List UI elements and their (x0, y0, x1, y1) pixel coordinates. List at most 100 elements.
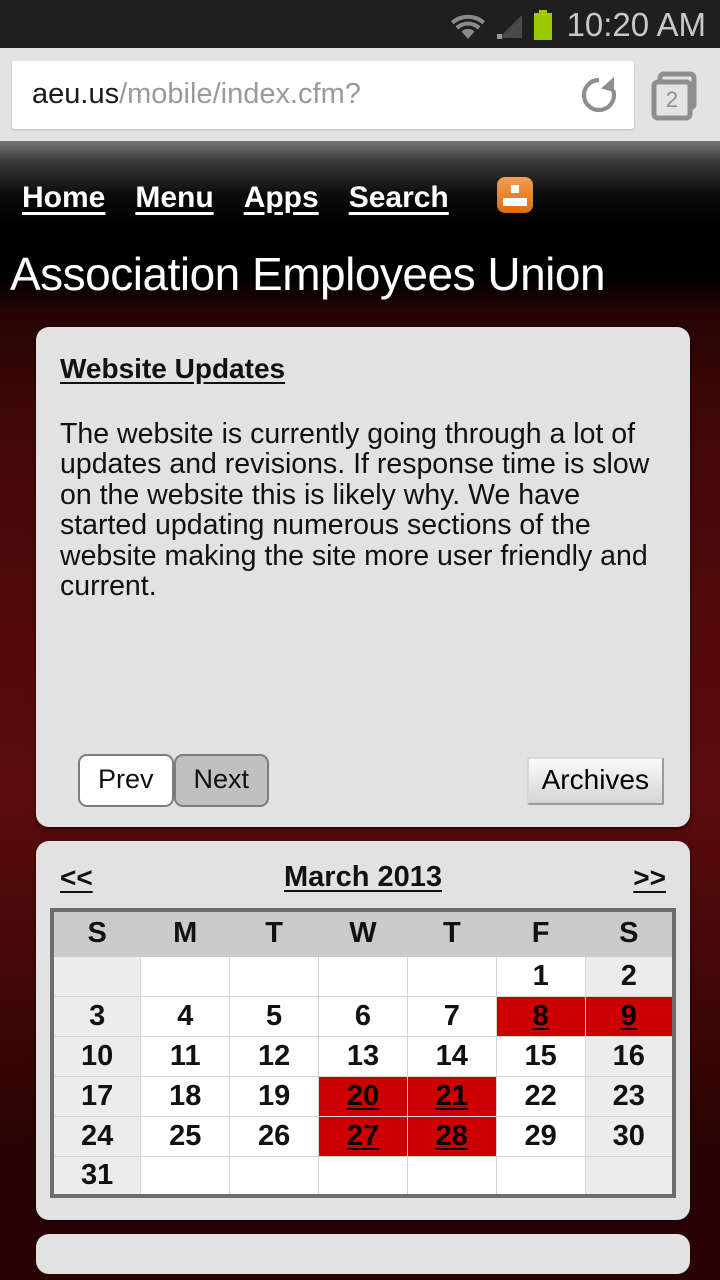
calendar-day-event[interactable]: 28 (406, 1115, 497, 1157)
calendar-prev-month[interactable]: << (60, 862, 93, 894)
calendar-day-cell: 2 (584, 955, 675, 997)
calendar-day-cell: 25 (140, 1115, 231, 1157)
calendar-day-cell: 15 (495, 1035, 586, 1077)
calendar-day-cell: 31 (51, 1155, 142, 1197)
calendar-day-header: T (406, 909, 497, 957)
calendar-day-cell: 29 (495, 1115, 586, 1157)
calendar-header: << March 2013 >> (50, 855, 676, 908)
calendar-next-month[interactable]: >> (633, 862, 666, 894)
calendar-day-cell: 6 (318, 995, 408, 1037)
cell-signal-icon (494, 14, 524, 40)
calendar-day-event[interactable]: 9 (584, 995, 675, 1037)
calendar-day-cell: 13 (318, 1035, 408, 1077)
page-title: Association Employees Union (10, 248, 606, 300)
calendar-day-empty (229, 1155, 320, 1197)
calendar-day-cell: 14 (406, 1035, 497, 1077)
calendar-day-empty (584, 1155, 675, 1197)
browser-toolbar: aeu.us/mobile/index.cfm? 2 (0, 48, 720, 141)
calendar-week-row: 12 (51, 955, 675, 997)
web-page-viewport: Home Menu Apps Search Association Employ… (0, 141, 720, 1280)
url-path: /mobile/index.cfm? (119, 78, 361, 110)
calendar-day-cell: 22 (495, 1075, 586, 1117)
calendar-day-empty (51, 955, 142, 997)
calendar-week-row: 24 25 26 27 28 29 30 (51, 1115, 675, 1157)
calendar-day-empty (406, 1155, 497, 1197)
site-title-banner: Association Employees Union (0, 229, 720, 313)
calendar-day-link[interactable]: 20 (347, 1080, 379, 1112)
calendar-day-link[interactable]: 8 (533, 1000, 549, 1032)
calendar-day-header: F (495, 909, 586, 957)
tab-switcher-button[interactable]: 2 (646, 64, 708, 126)
site-navigation: Home Menu Apps Search (0, 141, 720, 229)
calendar-day-event[interactable]: 20 (318, 1075, 408, 1117)
calendar-day-cell: 12 (229, 1035, 320, 1077)
nav-link-search[interactable]: Search (349, 181, 449, 215)
calendar-week-row: 17 18 19 20 21 22 23 (51, 1075, 675, 1117)
calendar-day-cell: 18 (140, 1075, 231, 1117)
calendar-day-link[interactable]: 9 (621, 1000, 637, 1032)
calendar-month-title[interactable]: March 2013 (93, 861, 634, 894)
android-status-bar: 10:20 AM (0, 0, 720, 48)
prev-button[interactable]: Prev (78, 754, 174, 807)
calendar-day-cell: 26 (229, 1115, 320, 1157)
calendar-day-header: M (140, 909, 231, 957)
calendar-day-cell: 7 (406, 995, 497, 1037)
calendar-day-cell: 17 (51, 1075, 142, 1117)
calendar-week-row: 10 11 12 13 14 15 16 (51, 1035, 675, 1077)
calendar-day-empty (229, 955, 320, 997)
calendar-day-cell: 23 (584, 1075, 675, 1117)
calendar-day-link[interactable]: 28 (436, 1120, 468, 1152)
calendar-day-link[interactable]: 27 (347, 1120, 379, 1152)
updates-heading: Website Updates (60, 353, 286, 384)
battery-icon (533, 10, 553, 40)
calendar-day-cell: 24 (51, 1115, 142, 1157)
updates-body: The website is currently going through a… (60, 418, 650, 603)
website-updates-card: Website Updates The website is currently… (36, 327, 690, 827)
calendar-day-header: S (584, 909, 675, 957)
calendar-day-cell: 10 (51, 1035, 142, 1077)
calendar-day-cell: 3 (51, 995, 142, 1037)
calendar-day-header: W (318, 909, 408, 957)
reload-icon[interactable] (578, 74, 620, 116)
calendar-day-cell: 4 (140, 995, 231, 1037)
url-bar[interactable]: aeu.us/mobile/index.cfm? (12, 60, 634, 129)
calendar-day-cell: 1 (495, 955, 586, 997)
calendar-day-event[interactable]: 21 (406, 1075, 497, 1117)
calendar-day-cell: 5 (229, 995, 320, 1037)
status-icon-group (450, 8, 553, 40)
sitemap-icon[interactable] (496, 177, 533, 213)
next-card-peek (36, 1234, 690, 1274)
calendar-day-header: S (51, 909, 142, 957)
calendar-card: << March 2013 >> SMTWTFS 1 2 3 4 5 6 7 8 9 10 11 12… (36, 841, 690, 1220)
nav-link-menu[interactable]: Menu (135, 181, 213, 215)
archives-button[interactable]: Archives (526, 756, 664, 805)
calendar-day-empty (318, 1155, 408, 1197)
calendar-day-empty (140, 955, 231, 997)
wifi-icon (450, 14, 485, 40)
calendar-week-row: 34567 8 9 (51, 995, 675, 1037)
nav-link-apps[interactable]: Apps (244, 181, 319, 215)
calendar-day-cell: 19 (229, 1075, 320, 1117)
calendar-header-row: SMTWTFS (51, 909, 675, 957)
calendar-day-empty (318, 955, 408, 997)
status-clock: 10:20 AM (566, 5, 706, 43)
url-text: aeu.us/mobile/index.cfm? (32, 78, 578, 111)
next-button[interactable]: Next (173, 754, 270, 807)
calendar-day-empty (140, 1155, 231, 1197)
nav-link-home[interactable]: Home (22, 181, 105, 215)
calendar-week-row: 31 (51, 1155, 675, 1197)
calendar-day-cell: 16 (584, 1035, 675, 1077)
calendar-day-empty (495, 1155, 586, 1197)
tab-count: 2 (666, 87, 678, 112)
calendar-table: SMTWTFS 1 2 3 4 5 6 7 8 9 10 11 12 13 14 15 16 17 18 19 20 2… (50, 908, 676, 1198)
calendar-day-cell: 11 (140, 1035, 231, 1077)
calendar-day-empty (406, 955, 497, 997)
calendar-day-event[interactable]: 27 (318, 1115, 408, 1157)
calendar-day-cell: 30 (584, 1115, 675, 1157)
calendar-body: 1 2 3 4 5 6 7 8 9 10 11 12 13 14 15 16 17 18 19 20 21 22 23 24 2… (51, 955, 675, 1197)
calendar-day-link[interactable]: 21 (436, 1080, 468, 1112)
url-domain: aeu.us (32, 78, 120, 110)
calendar-day-event[interactable]: 8 (495, 995, 586, 1037)
calendar-day-header: T (229, 909, 320, 957)
updates-card-actions: Prev Next Archives (60, 754, 666, 807)
